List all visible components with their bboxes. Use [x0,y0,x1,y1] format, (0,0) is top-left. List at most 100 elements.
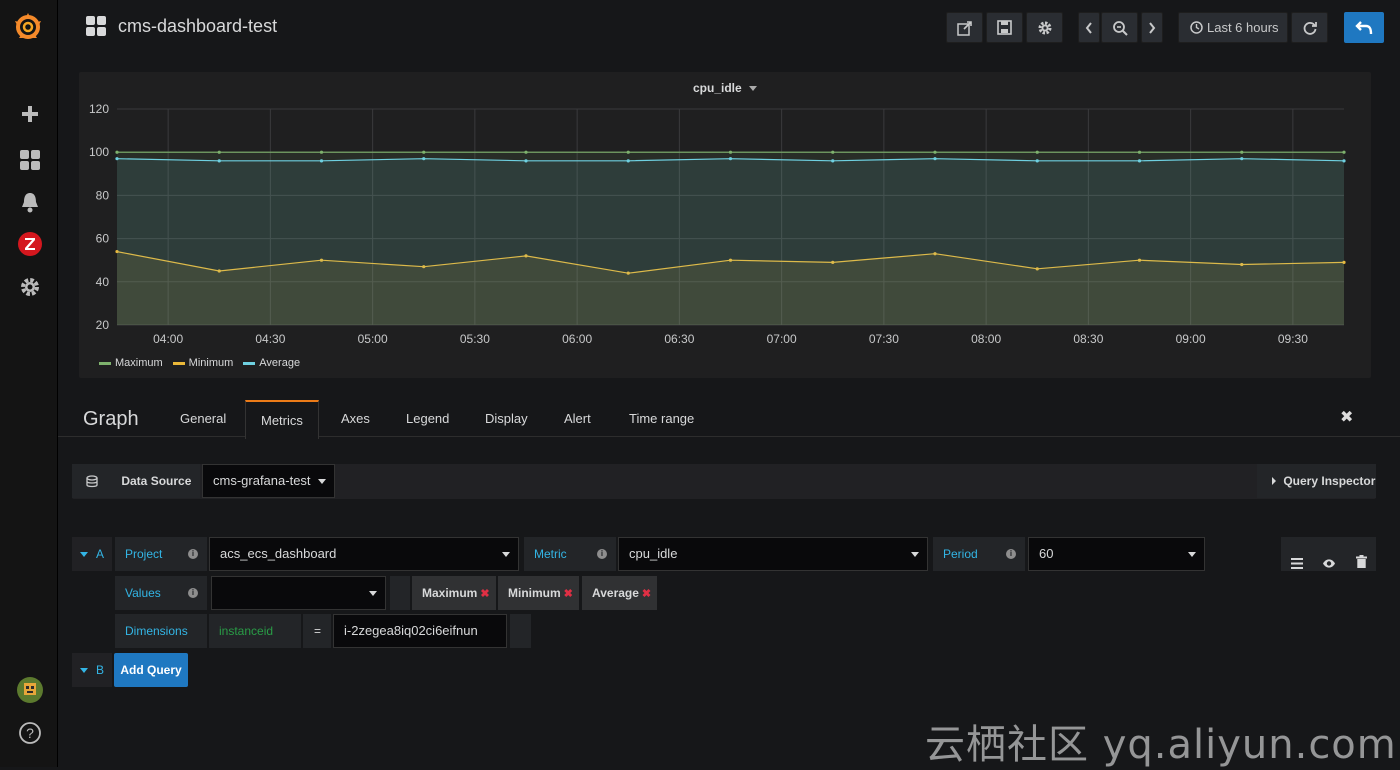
x-tick-label: 05:00 [358,332,388,346]
remove-icon[interactable]: ✖ [642,588,651,600]
panel-editor-header: Graph General Metrics Axes Legend Displa… [58,397,1400,439]
values-label-cell: Values i [115,576,207,610]
dimension-key-label: instanceid [219,624,274,638]
data-point-maximum [626,150,630,154]
period-label-cell: Period i [933,537,1025,571]
zoom-out-button[interactable] [1101,12,1138,43]
metric-label: Metric [534,547,567,561]
x-tick-label: 06:00 [562,332,592,346]
time-shift-forward-button[interactable] [1141,12,1163,43]
cpu-idle-chart[interactable]: 120 100 80 60 40 20 04:00 04:30 05:00 05:30 06:00 0… [79,72,1371,357]
dashboard-grid-icon [86,16,106,36]
value-tag-maximum[interactable]: Maximum ✖ [412,576,496,610]
tab-alert[interactable]: Alert [549,400,606,438]
create-icon[interactable] [16,100,44,128]
period-value: 60 [1039,546,1054,561]
dimension-add-cell[interactable] [510,614,531,648]
legend-item[interactable]: Average [243,357,300,369]
legend-item[interactable]: Minimum [172,357,233,369]
close-editor-icon[interactable]: ✖ [1340,407,1353,427]
data-point-average [217,159,221,163]
menu-icon[interactable] [1291,548,1303,582]
x-tick-label: 08:00 [971,332,1001,346]
metric-value: cpu_idle [629,546,678,561]
data-point-maximum [728,150,733,154]
tab-axes[interactable]: Axes [326,400,385,438]
legend-label-maximum: Maximum [115,357,163,369]
dashboards-icon[interactable] [16,146,44,174]
configuration-gear-icon[interactable] [16,273,44,301]
svg-text:?: ? [26,725,34,741]
data-point-average [524,159,528,163]
dimension-value-input[interactable]: i-2zegea8iq02ci6eifnun [333,614,507,648]
query-letter-a: A [96,547,105,561]
tab-display[interactable]: Display [470,400,543,438]
dashboard-title[interactable]: cms-dashboard-test [118,16,277,37]
legend-label-average: Average [259,357,301,369]
add-query-button[interactable]: Add Query [114,653,188,687]
query-inspector-button[interactable]: Query Inspector [1257,464,1376,498]
refresh-button[interactable] [1291,12,1328,43]
data-point-maximum [524,150,528,154]
query-a-toggle[interactable]: A [72,537,112,571]
metric-label-cell: Metric i [524,537,616,571]
data-point-maximum [422,150,426,154]
grafana-logo-icon[interactable] [11,9,45,43]
sidebar: ? [0,0,58,767]
back-to-dashboard-button[interactable] [1344,12,1384,43]
x-tick-label: 08:30 [1073,332,1103,346]
time-picker-button[interactable]: Last 6 hours [1178,12,1288,43]
query-actions [1281,537,1376,571]
remove-icon[interactable]: ✖ [564,588,573,600]
y-tick-label: 60 [96,232,110,246]
data-point-maximum [933,150,937,154]
data-point-average [1035,159,1039,163]
info-icon[interactable]: i [188,549,198,559]
zoom-out-icon [1112,20,1128,36]
value-tag-label: Average [592,586,639,600]
caret-down-icon [502,552,510,557]
data-point-maximum [319,150,324,154]
info-icon[interactable]: i [597,549,607,559]
tab-metrics[interactable]: Metrics [245,400,319,439]
tab-time-range[interactable]: Time range [614,400,709,438]
legend-item[interactable]: Maximum [99,357,163,369]
project-select[interactable]: acs_ecs_dashboard [209,537,519,571]
share-button[interactable] [946,12,983,43]
x-tick-label: 05:30 [460,332,490,346]
remove-icon[interactable]: ✖ [480,588,489,600]
dimension-key[interactable]: instanceid [209,614,301,648]
tab-general[interactable]: General [165,400,241,438]
alerting-bell-icon[interactable] [16,188,44,216]
dimension-operator[interactable]: = [303,614,331,648]
info-icon[interactable]: i [188,588,198,598]
zabbix-plugin-icon[interactable] [16,230,44,258]
period-select[interactable]: 60 [1028,537,1205,571]
x-tick-label: 09:00 [1176,332,1206,346]
data-point-average [831,159,835,163]
data-point-average [1137,159,1142,163]
query-b-toggle[interactable]: B [72,653,112,687]
user-avatar[interactable] [16,676,44,704]
dashboard-settings-button[interactable] [1026,12,1063,43]
help-icon[interactable]: ? [16,719,44,747]
save-dashboard-button[interactable] [986,12,1023,43]
time-shift-back-button[interactable] [1078,12,1100,43]
metric-select[interactable]: cpu_idle [618,537,928,571]
dimension-operator-label: = [314,624,322,638]
values-select[interactable] [211,576,386,610]
y-tick-label: 100 [89,145,109,159]
query-letter-b: B [96,663,105,677]
info-icon[interactable]: i [1006,549,1016,559]
eye-icon[interactable] [1322,548,1336,582]
trash-icon[interactable] [1356,547,1367,581]
save-icon [997,20,1012,35]
value-tag-label: Maximum [422,586,478,600]
undo-arrow-icon [1355,20,1373,34]
tab-legend[interactable]: Legend [391,400,464,438]
value-tag-minimum[interactable]: Minimum ✖ [498,576,579,610]
top-navbar: cms-dashboard-test Last 6 hours [58,0,1400,54]
datasource-select[interactable]: cms-grafana-test [202,464,335,498]
value-tag-average[interactable]: Average ✖ [582,576,657,610]
data-point-maximum [831,150,835,154]
